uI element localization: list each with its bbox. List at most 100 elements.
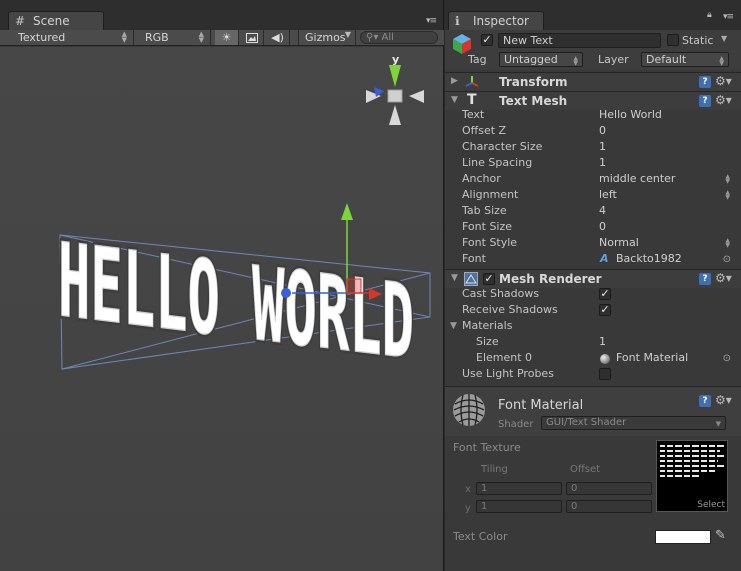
field-value[interactable]: Hello World bbox=[599, 107, 662, 123]
foldout-expanded-icon[interactable]: ▼ bbox=[451, 273, 458, 283]
color-mode-dropdown[interactable]: RGB ▲ ▼ bbox=[139, 30, 211, 45]
shader-label: Shader bbox=[498, 419, 534, 430]
field-value[interactable]: 0 bbox=[599, 123, 606, 139]
layer-dropdown[interactable]: Default ▲ ▼ bbox=[641, 52, 729, 67]
tiling-label: Tiling bbox=[481, 464, 508, 475]
field-value[interactable]: 1 bbox=[599, 155, 606, 171]
scene-viewport[interactable]: HELLO WORLD HELLO WORLD y bbox=[0, 47, 443, 571]
select-texture-button[interactable]: Select bbox=[697, 500, 725, 510]
transform-header[interactable]: ▶ Transform ? ⚙▾ bbox=[445, 72, 741, 91]
font-texture-slot[interactable]: Select bbox=[656, 440, 728, 512]
render-mode-dropdown[interactable]: Textured ▲ ▼ bbox=[12, 30, 134, 45]
gear-icon[interactable]: ⚙▾ bbox=[715, 393, 732, 407]
field-row-alignment[interactable]: Alignment left ▲ ▼ bbox=[445, 187, 741, 203]
help-icon[interactable]: ? bbox=[699, 95, 711, 107]
gizmo-z-handle[interactable] bbox=[281, 288, 291, 298]
field-label: Anchor bbox=[462, 172, 501, 185]
field-row-offset-z[interactable]: Offset Z 0 bbox=[445, 123, 741, 139]
object-header: ✓ New Text Static ▼ Tag Untagged ▲ ▼ Laye… bbox=[445, 30, 741, 70]
materials-size-row[interactable]: Size 1 bbox=[445, 334, 741, 350]
scene-search-input[interactable]: ⚲▾ All bbox=[360, 31, 438, 44]
gear-icon[interactable]: ⚙▾ bbox=[715, 271, 732, 285]
field-row-character-size[interactable]: Character Size 1 bbox=[445, 139, 741, 155]
gear-icon[interactable]: ⚙▾ bbox=[715, 74, 732, 88]
offset-x-field[interactable]: 0 bbox=[566, 482, 652, 495]
help-icon[interactable]: ? bbox=[699, 76, 711, 88]
field-row-font[interactable]: Font A Backto1982 ⊙ bbox=[445, 251, 741, 267]
help-icon[interactable]: ? bbox=[699, 273, 711, 285]
field-value[interactable]: Normal bbox=[599, 235, 639, 251]
orientation-center-cube[interactable] bbox=[387, 89, 403, 103]
gizmos-dropdown[interactable]: Gizmos ▼ bbox=[298, 30, 356, 45]
use-light-probes-checkbox[interactable] bbox=[599, 368, 611, 380]
object-picker-icon[interactable]: ⊙ bbox=[723, 252, 731, 268]
dropdown-arrows-icon: ▲ ▼ bbox=[573, 55, 578, 67]
y-label: y bbox=[465, 503, 471, 514]
object-picker-icon[interactable]: ⊙ bbox=[723, 351, 731, 367]
foldout-collapsed-icon[interactable]: ▶ bbox=[451, 76, 458, 86]
scene-canvas: HELLO WORLD HELLO WORLD y bbox=[0, 47, 443, 571]
mesh-renderer-title: Mesh Renderer bbox=[499, 272, 602, 286]
size-value[interactable]: 1 bbox=[599, 334, 606, 350]
field-label: Tab Size bbox=[462, 204, 507, 217]
panel-menu-icon[interactable]: ▾≡ bbox=[723, 13, 737, 23]
materials-row[interactable]: ▼ Materials bbox=[445, 318, 741, 334]
object-name-field[interactable]: New Text bbox=[498, 33, 661, 48]
element0-row[interactable]: Element 0 Font Material ⊙ bbox=[445, 350, 741, 366]
gizmo-xy-plane-handle[interactable] bbox=[346, 278, 362, 294]
render-mode-value: Textured bbox=[18, 31, 66, 44]
eyedropper-icon[interactable]: ✎ bbox=[715, 528, 726, 543]
field-value[interactable]: left bbox=[599, 187, 617, 203]
tiling-x-field[interactable]: 1 bbox=[476, 482, 562, 495]
scene-image-button[interactable] bbox=[240, 30, 264, 45]
receive-shadows-checkbox[interactable]: ✓ bbox=[599, 304, 611, 316]
dropdown-arrows-icon: ▲ ▼ bbox=[725, 189, 730, 201]
field-row-font-style[interactable]: Font Style Normal ▲ ▼ bbox=[445, 235, 741, 251]
field-value[interactable]: Backto1982 bbox=[616, 251, 682, 267]
sun-icon: ☀ bbox=[221, 31, 232, 44]
cast-shadows-checkbox[interactable]: ✓ bbox=[599, 288, 611, 300]
field-row-line-spacing[interactable]: Line Spacing 1 bbox=[445, 155, 741, 171]
image-icon bbox=[245, 33, 258, 43]
field-label: Offset Z bbox=[462, 124, 507, 137]
inspector-tabbar: ℹ Inspector 🔒︎ ▾≡ bbox=[445, 0, 741, 30]
materials-label: Materials bbox=[462, 319, 513, 332]
shader-dropdown[interactable]: GUI/Text Shader ▼ bbox=[541, 416, 726, 430]
lock-icon[interactable]: 🔒︎ bbox=[707, 11, 721, 21]
tab-scene[interactable]: # Scene bbox=[8, 11, 104, 30]
tab-inspector[interactable]: ℹ Inspector bbox=[448, 11, 544, 30]
chevron-down-icon[interactable]: ▼ bbox=[721, 34, 727, 43]
material-header: Font Material Shader GUI/Text Shader ▼ ?… bbox=[445, 386, 741, 436]
mesh-renderer-enabled-checkbox[interactable]: ✓ bbox=[483, 273, 495, 285]
field-value[interactable]: 1 bbox=[599, 139, 606, 155]
axis-y-label: y bbox=[392, 53, 399, 66]
field-row-text[interactable]: Text Hello World bbox=[445, 107, 741, 123]
element0-value[interactable]: Font Material bbox=[616, 350, 688, 366]
field-row-font-size[interactable]: Font Size 0 bbox=[445, 219, 741, 235]
tiling-y-field[interactable]: 1 bbox=[476, 500, 562, 513]
object-active-checkbox[interactable]: ✓ bbox=[481, 34, 493, 46]
field-value[interactable]: 4 bbox=[599, 203, 606, 219]
offset-y-field[interactable]: 0 bbox=[566, 500, 652, 513]
static-checkbox[interactable] bbox=[667, 34, 679, 46]
text-color-swatch[interactable] bbox=[655, 530, 711, 544]
foldout-expanded-icon[interactable]: ▼ bbox=[451, 95, 458, 105]
tag-dropdown[interactable]: Untagged ▲ ▼ bbox=[499, 52, 583, 67]
field-row-anchor[interactable]: Anchor middle center ▲ ▼ bbox=[445, 171, 741, 187]
field-row-tab-size[interactable]: Tab Size 4 bbox=[445, 203, 741, 219]
text-mesh-icon: T bbox=[467, 92, 477, 108]
element0-label: Element 0 bbox=[476, 351, 533, 364]
field-value[interactable]: middle center bbox=[599, 171, 675, 187]
field-label: Font bbox=[462, 252, 486, 265]
cast-shadows-label: Cast Shadows bbox=[462, 287, 540, 300]
speaker-icon: ◀) bbox=[271, 31, 284, 44]
scene-lighting-button[interactable]: ☀ bbox=[215, 30, 239, 45]
scene-audio-button[interactable]: ◀) bbox=[266, 30, 290, 45]
field-value[interactable]: 0 bbox=[599, 219, 606, 235]
help-icon[interactable]: ? bbox=[699, 395, 711, 407]
foldout-expanded-icon[interactable]: ▼ bbox=[450, 318, 457, 334]
layer-label: Layer bbox=[598, 53, 629, 66]
gear-icon[interactable]: ⚙▾ bbox=[715, 93, 732, 107]
panel-menu-icon[interactable]: ▾≡ bbox=[426, 17, 440, 27]
color-mode-value: RGB bbox=[145, 31, 169, 44]
